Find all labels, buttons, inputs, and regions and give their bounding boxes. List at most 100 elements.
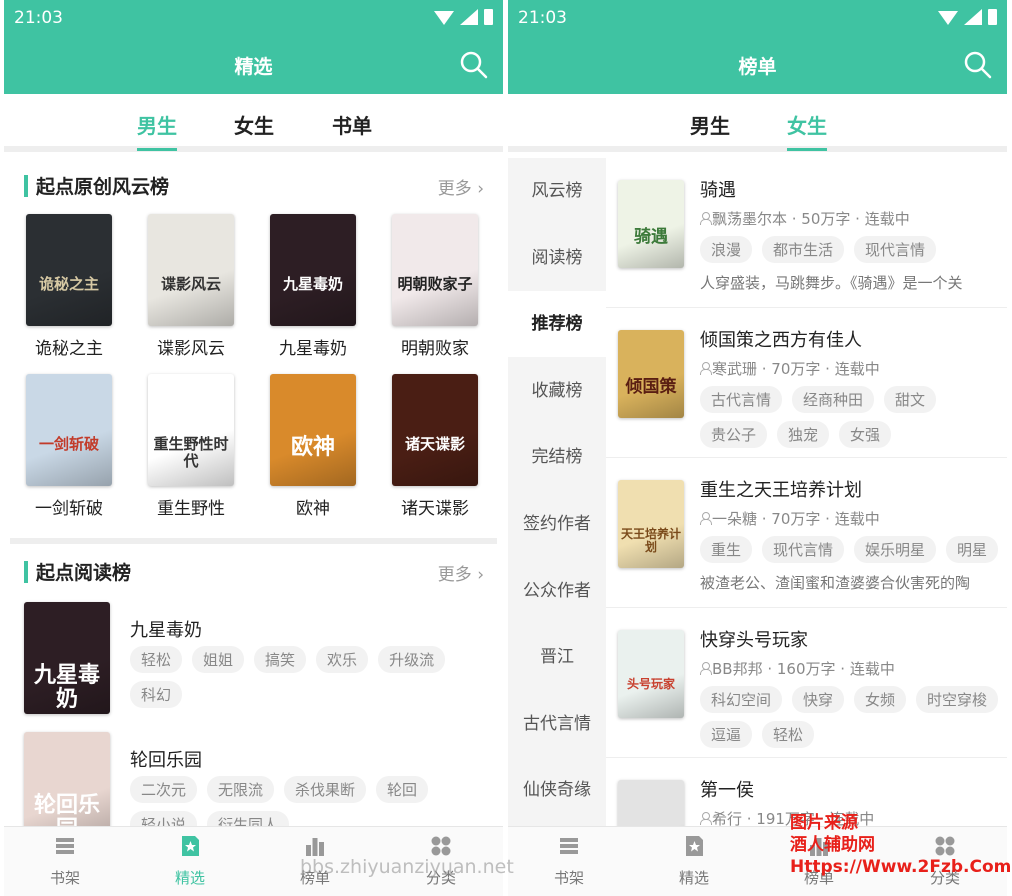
- search-icon[interactable]: [963, 50, 993, 80]
- book-cover[interactable]: 谍影风云: [148, 214, 234, 326]
- more-link[interactable]: 更多 ›: [438, 560, 484, 585]
- book-list-item[interactable]: 天王培养计划 重生之天王培养计划 一朵糖 · 70万字 · 连载中 重生 现代言情 娱乐明…: [606, 458, 1007, 608]
- book-name: 九星毒奶: [279, 339, 347, 359]
- book-cover[interactable]: 诡秘之主: [26, 214, 112, 326]
- tab-male[interactable]: 男生: [690, 110, 730, 139]
- rank-list-item[interactable]: 九星毒奶 九星毒奶 轻松 姐姐 搞笑 欢乐 升级流 科幻: [24, 602, 484, 722]
- book-cover[interactable]: 明朝败家子: [392, 214, 478, 326]
- section-accent-bar: [24, 561, 28, 583]
- cover-title: 重生野性时代: [153, 435, 229, 470]
- book-list-item[interactable]: 倾国策 倾国策之西方有佳人 寒武珊 · 70万字 · 连载中 古代言情 经商种田 甜文 贵公…: [606, 308, 1007, 458]
- tag-chip[interactable]: 科幻空间: [700, 686, 783, 713]
- nav-bookshelf[interactable]: 书架: [524, 835, 614, 888]
- tag-chip[interactable]: 二次元: [130, 776, 198, 803]
- sidebar-item[interactable]: 晋江: [508, 624, 606, 690]
- book-grid-item[interactable]: 明朝败家子 明朝败家: [380, 214, 490, 359]
- book-grid-item[interactable]: 九星毒奶 九星毒奶: [258, 214, 368, 359]
- cover-title: 一剑斩破: [38, 435, 99, 453]
- sidebar-item[interactable]: 风云榜: [508, 158, 606, 224]
- author-icon: [700, 212, 712, 225]
- nav-featured[interactable]: 精选: [649, 835, 739, 888]
- book-cover[interactable]: 骑遇: [618, 180, 684, 268]
- tag-chip[interactable]: 升级流: [378, 646, 446, 673]
- book-grid-item[interactable]: 重生野性时代 重生野性: [136, 374, 246, 519]
- book-cover[interactable]: 诸天谍影: [392, 374, 478, 486]
- nav-label: 精选: [678, 869, 709, 887]
- tag-chip[interactable]: 甜文: [884, 386, 937, 413]
- tag-chip[interactable]: 杀伐果断: [284, 776, 367, 803]
- section-title: 起点原创风云榜: [36, 176, 170, 198]
- book-cover[interactable]: 重生野性时代: [148, 374, 234, 486]
- tag-chip[interactable]: 科幻: [130, 681, 183, 708]
- tag-chip[interactable]: 明星: [946, 536, 999, 563]
- tag-chip[interactable]: 逗逼: [700, 721, 753, 748]
- book-cover[interactable]: 欧神: [270, 374, 356, 486]
- book-cover[interactable]: 九星毒奶: [24, 602, 110, 714]
- tab-booklist[interactable]: 书单: [332, 110, 372, 139]
- tag-chip[interactable]: 搞笑: [254, 646, 307, 673]
- book-meta: 一朵糖 · 70万字 · 连载中: [700, 508, 880, 529]
- book-list-item[interactable]: 骑遇 骑遇 飘荡墨尔本 · 50万字 · 连载中 浪漫 都市生活 现代言情 人穿盛装，马跳舞…: [606, 158, 1007, 308]
- tag-chip[interactable]: 欢乐: [316, 646, 369, 673]
- tag-chip[interactable]: 轮回: [376, 776, 429, 803]
- book-grid-item[interactable]: 欧神 欧神: [258, 374, 368, 519]
- tag-chip[interactable]: 贵公子: [700, 421, 768, 448]
- status-time: 21:03: [14, 8, 63, 28]
- tag-chip[interactable]: 女频: [854, 686, 907, 713]
- book-grid-item[interactable]: 诡秘之主 诡秘之主: [14, 214, 124, 359]
- book-grid-item[interactable]: 诸天谍影 诸天谍影: [380, 374, 490, 519]
- sidebar-item[interactable]: 收藏榜: [508, 358, 606, 424]
- app-bar: 精选: [4, 38, 503, 94]
- watermark-line: 图片来源: [790, 813, 858, 833]
- search-icon[interactable]: [459, 50, 489, 80]
- book-list-item[interactable]: 头号玩家 快穿头号玩家 BB邦邦 · 160万字 · 连载中 科幻空间 快穿 女频 时空穿梭…: [606, 608, 1007, 758]
- book-title: 倾国策之西方有佳人: [700, 330, 862, 351]
- tab-female[interactable]: 女生: [234, 110, 274, 139]
- gender-tabs: 男生 女生: [508, 94, 1007, 152]
- tag-chip[interactable]: 时空穿梭: [916, 686, 999, 713]
- sidebar-item[interactable]: 仙侠奇缘: [508, 757, 606, 823]
- tag-chip[interactable]: 古代言情: [700, 386, 783, 413]
- tag-chip[interactable]: 重生: [700, 536, 753, 563]
- tag-chip[interactable]: 都市生活: [762, 236, 845, 263]
- tag-chip[interactable]: 女强: [839, 421, 892, 448]
- book-cover[interactable]: 天王培养计划: [618, 480, 684, 568]
- tag-chip[interactable]: 轻松: [130, 646, 183, 673]
- nav-bookshelf[interactable]: 书架: [20, 835, 110, 888]
- tag-chip[interactable]: 经商种田: [792, 386, 875, 413]
- tab-female[interactable]: 女生: [787, 110, 827, 139]
- tag-chip[interactable]: 无限流: [207, 776, 275, 803]
- more-link[interactable]: 更多 ›: [438, 174, 484, 199]
- status-bar: 21:03: [4, 0, 503, 38]
- book-cover[interactable]: 九星毒奶: [270, 214, 356, 326]
- book-meta: BB邦邦 · 160万字 · 连载中: [700, 658, 895, 679]
- tag-chip[interactable]: 轻松: [762, 721, 815, 748]
- sidebar-item[interactable]: 签约作者: [508, 491, 606, 557]
- tag-chip[interactable]: 快穿: [792, 686, 845, 713]
- tag-chip[interactable]: 现代言情: [854, 236, 937, 263]
- sidebar-item[interactable]: 阅读榜: [508, 225, 606, 291]
- book-meta: 飘荡墨尔本 · 50万字 · 连载中: [700, 208, 910, 229]
- book-grid-item[interactable]: 谍影风云 谍影风云: [136, 214, 246, 359]
- nav-featured[interactable]: 精选: [145, 835, 235, 888]
- author-icon: [700, 812, 712, 825]
- tag-chip[interactable]: 浪漫: [700, 236, 753, 263]
- book-name: 明朝败家: [401, 339, 469, 359]
- sidebar-item[interactable]: 完结榜: [508, 424, 606, 490]
- tab-male[interactable]: 男生: [137, 110, 177, 139]
- sidebar-item[interactable]: 推荐榜: [508, 291, 606, 358]
- book-cover[interactable]: 头号玩家: [618, 630, 684, 718]
- tag-chip[interactable]: 独宠: [777, 421, 830, 448]
- wifi-icon: [434, 9, 454, 25]
- tag-chip[interactable]: 娱乐明星: [854, 536, 937, 563]
- chevron-right-icon: ›: [477, 565, 484, 585]
- page-title: 精选: [234, 56, 273, 78]
- book-cover[interactable]: 一剑斩破: [26, 374, 112, 486]
- book-cover[interactable]: 倾国策: [618, 330, 684, 418]
- book-grid-item[interactable]: 一剑斩破 一剑斩破: [14, 374, 124, 519]
- sidebar-item[interactable]: 公众作者: [508, 558, 606, 624]
- sidebar-item[interactable]: 古代言情: [508, 691, 606, 757]
- cover-title: 欧神: [290, 435, 335, 460]
- tag-chip[interactable]: 现代言情: [762, 536, 845, 563]
- tag-chip[interactable]: 姐姐: [192, 646, 245, 673]
